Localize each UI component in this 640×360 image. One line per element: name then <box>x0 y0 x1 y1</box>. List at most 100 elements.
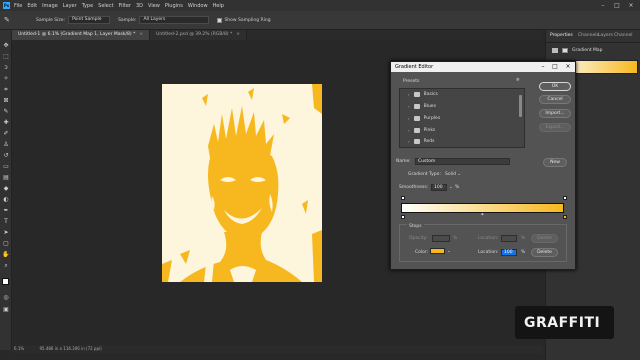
preset-folder-label: Reds <box>423 139 435 144</box>
dialog-maximize-icon[interactable]: □ <box>549 62 561 72</box>
tab-label: Untitled-1 @ 6.1% (Gradient Map 1, Layer… <box>18 32 136 37</box>
document-image[interactable] <box>162 84 322 282</box>
frame-tool-icon[interactable]: ⊠ <box>2 97 10 105</box>
delete-opacity-stop-button[interactable]: Delete <box>531 234 558 243</box>
smoothness-dropdown-icon[interactable]: ⌄ <box>449 185 453 190</box>
tab-channel[interactable]: Channel <box>614 33 632 38</box>
dialog-close-icon[interactable]: × <box>562 62 574 72</box>
dialog-minimize-icon[interactable]: – <box>537 62 549 72</box>
tab-channels[interactable]: Channels <box>578 33 599 38</box>
menu-help[interactable]: Help <box>213 3 224 9</box>
menu-window[interactable]: Window <box>188 3 208 9</box>
gradient-type-select[interactable]: Solid ⌄ <box>445 172 461 177</box>
chevron-right-icon: › <box>408 139 410 144</box>
dodge-tool-icon[interactable]: ◐ <box>2 196 10 204</box>
color-stop-right[interactable] <box>563 215 567 219</box>
preset-folder-reds[interactable]: › Reds <box>408 139 435 144</box>
screen-mode-icon[interactable]: ▣ <box>2 306 10 314</box>
eraser-tool-icon[interactable]: ▭ <box>2 163 10 171</box>
stop-color-swatch[interactable] <box>430 248 445 254</box>
opacity-label: Opacity: <box>409 236 428 241</box>
import-button[interactable]: Import... <box>539 109 571 118</box>
minimize-icon[interactable]: – <box>598 1 608 10</box>
delete-color-stop-button[interactable]: Delete <box>531 248 558 257</box>
eyedropper-tool-icon[interactable]: ✎ <box>2 108 10 116</box>
preset-folder-pinks[interactable]: › Pinks <box>408 128 435 133</box>
quick-select-tool-icon[interactable]: ✧ <box>2 75 10 83</box>
zoom-tool-icon[interactable]: ⌕ <box>2 262 10 270</box>
healing-tool-icon[interactable]: ✚ <box>2 119 10 127</box>
location-input[interactable]: 100 <box>501 249 517 256</box>
folder-icon <box>413 92 420 97</box>
sample-select[interactable]: All Layers <box>139 16 210 24</box>
tab-label: Untitled-2.psd @ 39.2% (RGB/8) * <box>156 32 233 37</box>
crop-tool-icon[interactable]: ⌗ <box>2 86 10 94</box>
shape-tool-icon[interactable]: ▢ <box>2 240 10 248</box>
presets-list[interactable]: › Basics › Blues › Purples › Pinks › Reds <box>399 88 525 148</box>
document-tab-bar: Untitled-1 @ 6.1% (Gradient Map 1, Layer… <box>12 30 542 40</box>
color-stop-left[interactable] <box>401 215 405 219</box>
tab-untitled-2[interactable]: Untitled-2.psd @ 39.2% (RGB/8) * × <box>150 30 248 40</box>
midpoint-diamond-icon[interactable]: ◆ <box>481 212 484 216</box>
preset-folder-basics[interactable]: › Basics <box>408 92 438 97</box>
pen-tool-icon[interactable]: ✒ <box>2 207 10 215</box>
tab-layers[interactable]: Layers <box>598 33 613 38</box>
eyedropper-icon[interactable]: ✎ <box>4 16 10 24</box>
menu-edit[interactable]: Edit <box>27 3 37 9</box>
menu-filter[interactable]: Filter <box>119 3 131 9</box>
preset-folder-purples[interactable]: › Purples <box>408 116 440 121</box>
menu-file[interactable]: File <box>14 3 22 9</box>
folder-icon <box>413 139 420 144</box>
tab-untitled-1[interactable]: Untitled-1 @ 6.1% (Gradient Map 1, Layer… <box>12 30 151 40</box>
sample-size-select[interactable]: Point Sample <box>68 16 111 24</box>
tab-properties[interactable]: Properties <box>550 33 573 38</box>
menu-image[interactable]: Image <box>42 3 58 9</box>
opacity-stop-right[interactable] <box>563 196 567 200</box>
menu-layer[interactable]: Layer <box>63 3 77 9</box>
type-tool-icon[interactable]: T <box>2 218 10 226</box>
smoothness-input[interactable]: 100 <box>431 184 447 191</box>
gradient-tool-icon[interactable]: ▤ <box>2 174 10 182</box>
menu-3d[interactable]: 3D <box>136 3 143 9</box>
show-ring-checkbox[interactable] <box>217 17 223 23</box>
zoom-level[interactable]: 6.1% <box>14 346 24 351</box>
presets-gear-icon[interactable]: ✲ <box>516 78 520 83</box>
close-tab-icon[interactable]: × <box>236 32 240 37</box>
menu-type[interactable]: Type <box>82 3 93 9</box>
menu-view[interactable]: View <box>148 3 160 9</box>
preset-folder-blues[interactable]: › Blues <box>408 104 436 109</box>
stamp-tool-icon[interactable]: ♙ <box>2 141 10 149</box>
location-label: Location: <box>478 250 499 255</box>
presets-label: Presets <box>403 79 420 84</box>
move-tool-icon[interactable]: ✥ <box>2 42 10 50</box>
brush-tool-icon[interactable]: ✐ <box>2 130 10 138</box>
close-icon[interactable]: × <box>626 1 636 10</box>
path-select-icon[interactable]: ➤ <box>2 229 10 237</box>
opacity-input[interactable] <box>432 235 450 242</box>
name-input[interactable]: Custom <box>415 158 510 165</box>
folder-icon <box>413 116 420 121</box>
marquee-tool-icon[interactable]: ⬚ <box>2 53 10 61</box>
menu-select[interactable]: Select <box>98 3 113 9</box>
color-label: Color: <box>415 250 429 255</box>
history-brush-icon[interactable]: ↺ <box>2 152 10 160</box>
new-button[interactable]: New <box>543 158 567 167</box>
opacity-unit: % <box>453 236 458 241</box>
presets-scrollbar[interactable] <box>519 95 522 117</box>
gradient-map-label: Gradient Map <box>572 48 603 53</box>
opacity-stop-left[interactable] <box>401 196 405 200</box>
hand-tool-icon[interactable]: ✋ <box>2 251 10 259</box>
ok-button[interactable]: OK <box>539 82 571 91</box>
menu-plugins[interactable]: Plugins <box>165 3 183 9</box>
opacity-location-input[interactable] <box>501 235 517 242</box>
maximize-icon[interactable]: □ <box>612 1 622 10</box>
quick-mask-icon[interactable]: ◎ <box>2 294 10 302</box>
blur-tool-icon[interactable]: ◆ <box>2 185 10 193</box>
lasso-tool-icon[interactable]: ↄ <box>2 64 10 72</box>
export-button[interactable]: Export... <box>539 123 571 132</box>
foreground-color-swatch[interactable] <box>2 278 9 285</box>
color-dropdown-icon[interactable]: ⌄ <box>447 249 451 254</box>
close-tab-icon[interactable]: × <box>139 32 143 37</box>
show-ring-label: Show Sampling Ring <box>224 17 271 23</box>
cancel-button[interactable]: Cancel <box>539 95 571 104</box>
